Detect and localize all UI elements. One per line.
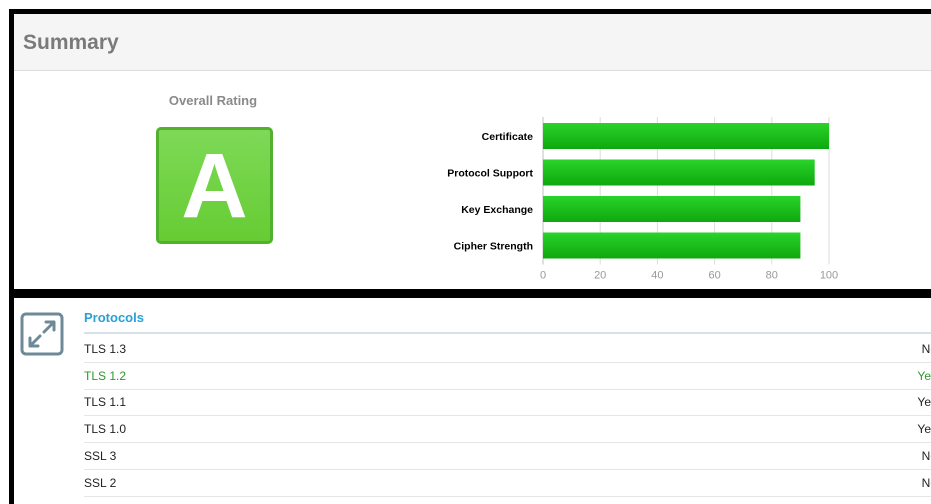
protocols-panel: Protocols TLS 1.3NoTLS 1.2YesTLS 1.1YesT…: [9, 294, 931, 504]
overall-rating-label: Overall Rating: [168, 93, 258, 108]
x-tick-label: 80: [766, 270, 778, 282]
protocols-title: Protocols: [84, 310, 144, 325]
bar-certificate: [543, 123, 829, 149]
protocol-name: SSL 3: [84, 448, 117, 463]
x-tick-label: 60: [708, 270, 720, 282]
protocol-support-value: Yes: [917, 395, 931, 410]
bar-protocol-support: [543, 159, 815, 186]
expand-arrows-icon[interactable]: [20, 312, 64, 356]
protocol-support-value: Yes: [917, 368, 931, 383]
protocol-row: TLS 1.1 Yes: [84, 389, 931, 417]
protocol-row: TLS 1.3 No: [84, 336, 931, 363]
bar-key-exchange: [543, 196, 801, 222]
bar-cipher-strength: [543, 232, 801, 259]
section-divider: [84, 332, 931, 334]
summary-title: Summary: [23, 31, 119, 54]
category-label: Protocol Support: [447, 168, 533, 180]
protocol-name: TLS 1.2: [84, 368, 127, 383]
rating-bar-chart: 0 20 40 60 80 100 Certificate Protocol Support K…: [447, 117, 838, 282]
protocol-row: TLS 1.0 Yes: [84, 416, 931, 444]
protocol-row: SSL 3 No: [84, 443, 931, 470]
protocol-support-value: No: [921, 448, 931, 463]
protocol-name: TLS 1.1: [84, 395, 127, 410]
protocol-support-value: No: [921, 342, 931, 356]
x-tick-label: 0: [540, 270, 546, 282]
category-label: Cipher Strength: [454, 241, 533, 253]
x-tick-label: 100: [820, 270, 838, 282]
protocol-support-value: Yes: [917, 422, 931, 437]
summary-header: Summary: [14, 14, 931, 71]
summary-panel: Summary Overall Rating A 0 20 40 60 80 100 Cer…: [9, 9, 931, 294]
protocol-row: TLS 1.2 Yes: [84, 363, 931, 390]
category-label: Certificate: [482, 131, 534, 143]
x-tick-label: 40: [651, 270, 663, 282]
protocol-row: SSL 2No: [84, 470, 931, 497]
protocol-name: TLS 1.3: [84, 342, 127, 356]
grade-badge: A: [156, 127, 273, 244]
protocol-name: TLS 1.0: [84, 422, 127, 437]
grade-letter: A: [181, 135, 248, 237]
x-tick-label: 20: [594, 270, 606, 282]
category-label: Key Exchange: [461, 204, 533, 216]
